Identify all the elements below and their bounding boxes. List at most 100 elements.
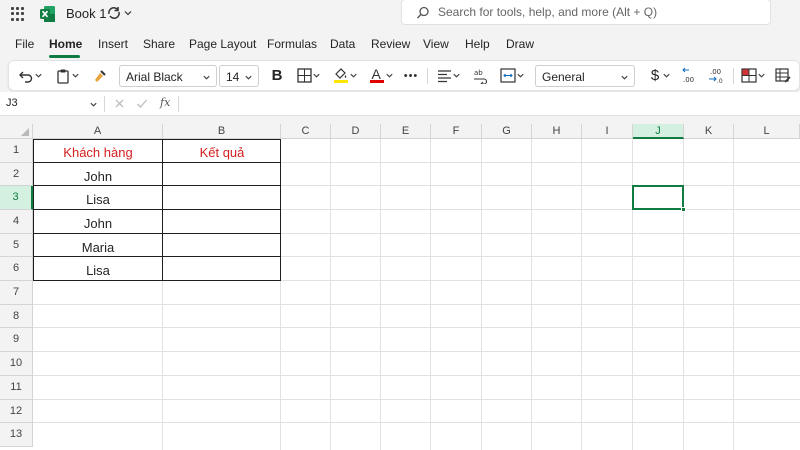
increase-decimal-button[interactable]: .00 .0	[705, 61, 729, 90]
row-header-7[interactable]: 7	[0, 281, 33, 305]
fill-color-icon	[333, 68, 348, 83]
menu-page-layout[interactable]: Page Layout	[189, 37, 256, 51]
chevron-down-icon[interactable]	[123, 8, 133, 18]
table-border	[162, 139, 163, 281]
fill-handle[interactable]	[681, 207, 686, 212]
svg-text:.00: .00	[710, 68, 721, 76]
row-header-3[interactable]: 3	[0, 186, 33, 210]
menu-view[interactable]: View	[423, 37, 449, 51]
decrease-decimal-button[interactable]: .00	[679, 61, 703, 90]
app-launcher-icon[interactable]	[11, 7, 25, 21]
more-icon: •••	[403, 69, 419, 82]
formula-input[interactable]	[186, 96, 796, 112]
column-header-j[interactable]: J	[633, 124, 684, 139]
chevron-down-icon	[203, 75, 210, 80]
format-painter-button[interactable]	[87, 61, 113, 90]
bold-button[interactable]: B	[265, 61, 289, 90]
cell-grid[interactable]: Khách hàng Kết quả John Lisa John Maria Lisa	[33, 139, 800, 450]
chevron-down-icon	[90, 102, 97, 107]
table-border	[33, 256, 281, 257]
formula-separator	[178, 96, 179, 112]
column-header-e[interactable]: E	[381, 124, 431, 139]
menu-help[interactable]: Help	[465, 37, 490, 51]
conditional-format-icon	[740, 68, 757, 83]
chevron-down-icon	[757, 73, 765, 78]
row-header-1[interactable]: 1	[0, 139, 33, 163]
column-header-k[interactable]: K	[684, 124, 734, 139]
select-all-corner[interactable]	[0, 124, 33, 139]
bold-icon: B	[271, 67, 283, 84]
row-header-10[interactable]: 10	[0, 352, 33, 376]
column-header-f[interactable]: F	[431, 124, 482, 139]
table-header-cell: Khách hàng	[63, 145, 133, 160]
menu-insert[interactable]: Insert	[98, 37, 128, 51]
column-header-i[interactable]: I	[582, 124, 633, 139]
number-format-select[interactable]: General	[535, 65, 635, 87]
search-box[interactable]: Search for tools, help, and more (Alt + …	[401, 0, 771, 25]
currency-format-button[interactable]: $	[645, 61, 677, 90]
row-header-2[interactable]: 2	[0, 163, 33, 186]
row-header-6[interactable]: 6	[0, 257, 33, 281]
chevron-down-icon	[313, 73, 320, 78]
row-header-4[interactable]: 4	[0, 210, 33, 234]
svg-text:ab: ab	[474, 69, 483, 77]
menu-formulas[interactable]: Formulas	[267, 37, 317, 51]
gridline-horizontal	[33, 304, 800, 305]
menu-data[interactable]: Data	[330, 37, 355, 51]
format-as-table-button[interactable]	[771, 61, 795, 90]
conditional-formatting-button[interactable]	[737, 61, 769, 90]
gridline-horizontal	[33, 375, 800, 376]
row-header-13[interactable]: 13	[0, 423, 33, 447]
name-box[interactable]: J3	[4, 95, 102, 113]
row-header-8[interactable]: 8	[0, 305, 33, 328]
chevron-down-icon	[621, 75, 628, 80]
font-name-select[interactable]: Arial Black	[119, 65, 217, 87]
increase-decimal-icon: .00 .0	[709, 68, 723, 85]
menu-review[interactable]: Review	[371, 37, 410, 51]
column-header-g[interactable]: G	[482, 124, 532, 139]
menu-draw[interactable]: Draw	[506, 37, 534, 51]
row-header-5[interactable]: 5	[0, 234, 33, 257]
workbook-title[interactable]: Book 1	[66, 6, 106, 21]
undo-button[interactable]	[15, 61, 45, 90]
autosave-sync-icon[interactable]	[106, 5, 122, 21]
more-options-button[interactable]: •••	[399, 61, 423, 90]
row-header-11[interactable]: 11	[0, 376, 33, 400]
active-cell[interactable]	[632, 185, 684, 210]
borders-button[interactable]	[293, 61, 325, 90]
paste-icon	[56, 69, 69, 84]
menu-file[interactable]: File	[15, 37, 34, 51]
title-bar: Book 1 Search for tools, help, and more …	[0, 0, 800, 30]
cancel-icon[interactable]	[114, 98, 125, 109]
column-header-a[interactable]: A	[33, 124, 163, 139]
column-header-b[interactable]: B	[163, 124, 281, 139]
column-header-l[interactable]: L	[734, 124, 800, 139]
paste-button[interactable]	[51, 61, 83, 90]
ribbon-separator	[427, 68, 428, 84]
fill-color-button[interactable]	[329, 61, 361, 90]
menu-home[interactable]: Home	[49, 37, 82, 51]
font-color-button[interactable]: A	[365, 61, 397, 90]
ribbon-toolbar: Arial Black 14 B A ••• ab General $ .00 …	[8, 60, 800, 91]
font-size-select[interactable]: 14	[219, 65, 259, 87]
align-button[interactable]	[433, 61, 465, 90]
merge-cells-button[interactable]	[495, 61, 529, 90]
chevron-down-icon	[453, 73, 460, 78]
table-border	[33, 139, 34, 281]
check-icon[interactable]	[136, 98, 148, 109]
column-header-c[interactable]: C	[281, 124, 331, 139]
chevron-down-icon	[385, 73, 393, 78]
menu-share[interactable]: Share	[143, 37, 175, 51]
insert-function-icon[interactable]: fx	[160, 96, 170, 109]
font-size-value: 14	[226, 70, 240, 84]
wrap-text-button[interactable]: ab	[469, 61, 493, 90]
column-header-d[interactable]: D	[331, 124, 381, 139]
merge-icon	[499, 68, 516, 83]
table-border	[33, 139, 281, 140]
row-header-12[interactable]: 12	[0, 400, 33, 423]
column-header-h[interactable]: H	[532, 124, 582, 139]
table-border	[280, 139, 281, 281]
row-header-9[interactable]: 9	[0, 328, 33, 352]
chevron-down-icon	[516, 73, 524, 78]
number-format-value: General	[542, 70, 585, 84]
